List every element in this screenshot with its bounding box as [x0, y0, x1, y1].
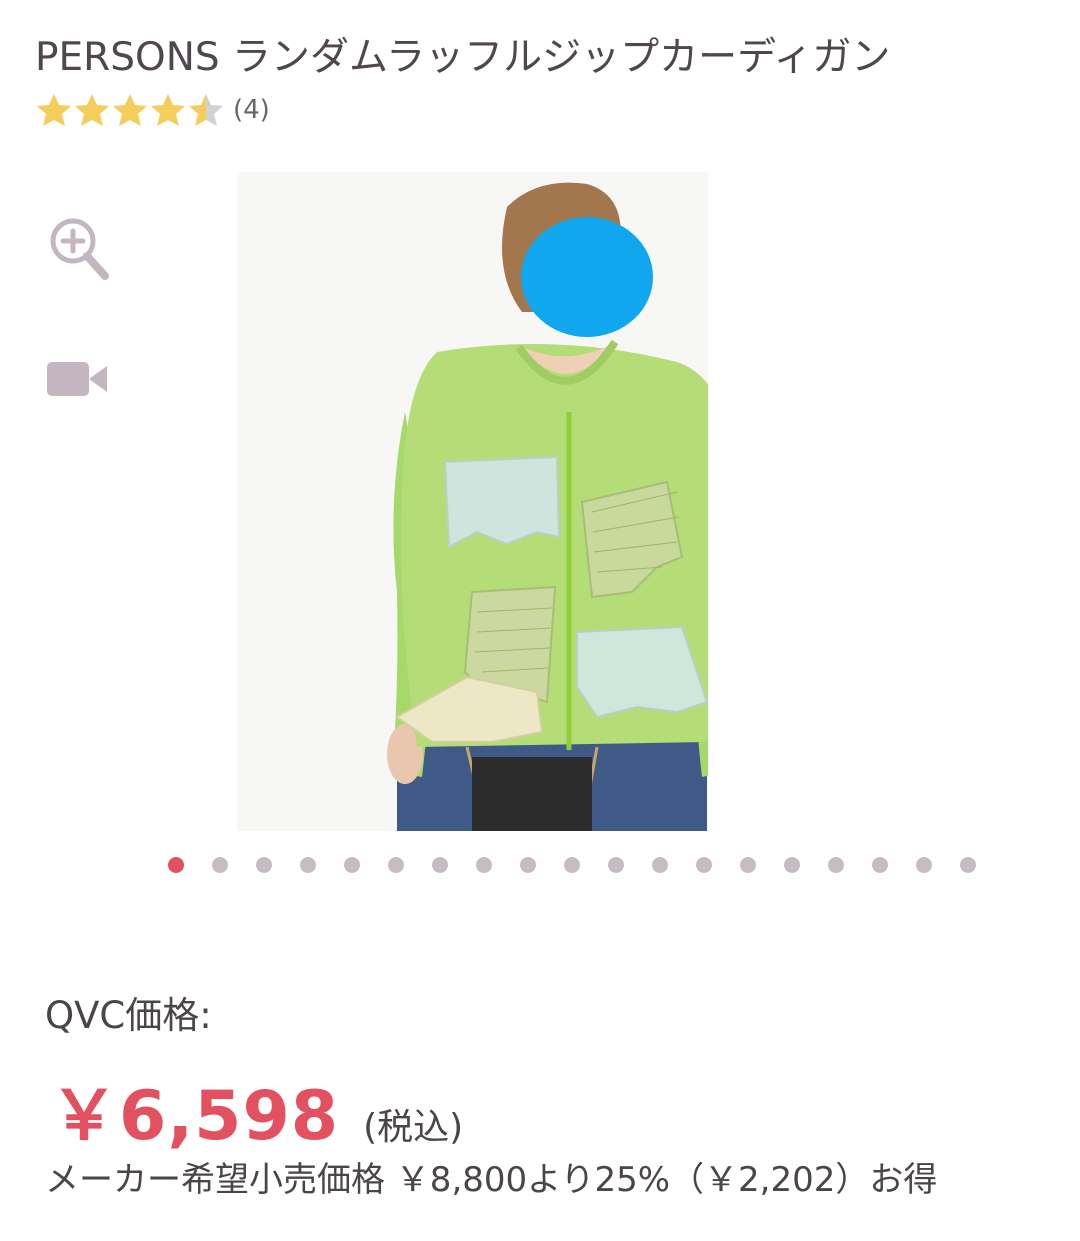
- carousel-dot[interactable]: [608, 857, 624, 873]
- price-label: QVC価格:: [45, 994, 212, 1037]
- carousel-dot[interactable]: [344, 857, 360, 873]
- carousel-dot[interactable]: [916, 857, 932, 873]
- star-icon: [113, 94, 147, 126]
- carousel-dots[interactable]: [168, 857, 1004, 873]
- tax-note: (税込): [363, 1107, 464, 1148]
- carousel-dot[interactable]: [872, 857, 888, 873]
- carousel-dot[interactable]: [564, 857, 580, 873]
- zoom-in-icon[interactable]: [45, 213, 111, 283]
- product-image[interactable]: [237, 172, 708, 831]
- star-icon: [151, 94, 185, 126]
- rating[interactable]: (4): [35, 90, 270, 130]
- carousel-dot[interactable]: [300, 857, 316, 873]
- carousel-dot[interactable]: [652, 857, 668, 873]
- carousel-dot[interactable]: [476, 857, 492, 873]
- carousel-dot[interactable]: [960, 857, 976, 873]
- discount-info: メーカー希望小売価格 ￥8,800より25%（￥2,202）お得: [45, 1160, 938, 1200]
- star-icon: [75, 94, 109, 126]
- star-icon: [37, 94, 71, 126]
- carousel-dot[interactable]: [256, 857, 272, 873]
- carousel-dot[interactable]: [828, 857, 844, 873]
- video-camera-icon[interactable]: [45, 358, 109, 400]
- carousel-dot[interactable]: [740, 857, 756, 873]
- rating-stars: [35, 92, 225, 128]
- product-title: PERSONS ランダムラッフルジップカーディガン: [35, 35, 891, 80]
- carousel-dot[interactable]: [696, 857, 712, 873]
- carousel-dot[interactable]: [784, 857, 800, 873]
- carousel-dot[interactable]: [432, 857, 448, 873]
- price: ￥6,598: [50, 1077, 340, 1156]
- carousel-dot[interactable]: [388, 857, 404, 873]
- star-icon: [189, 94, 223, 126]
- carousel-dot[interactable]: [212, 857, 228, 873]
- carousel-dot[interactable]: [168, 857, 184, 873]
- price-row: ￥6,598 (税込): [50, 1060, 463, 1159]
- carousel-dot[interactable]: [520, 857, 536, 873]
- review-count[interactable]: (4): [233, 95, 270, 125]
